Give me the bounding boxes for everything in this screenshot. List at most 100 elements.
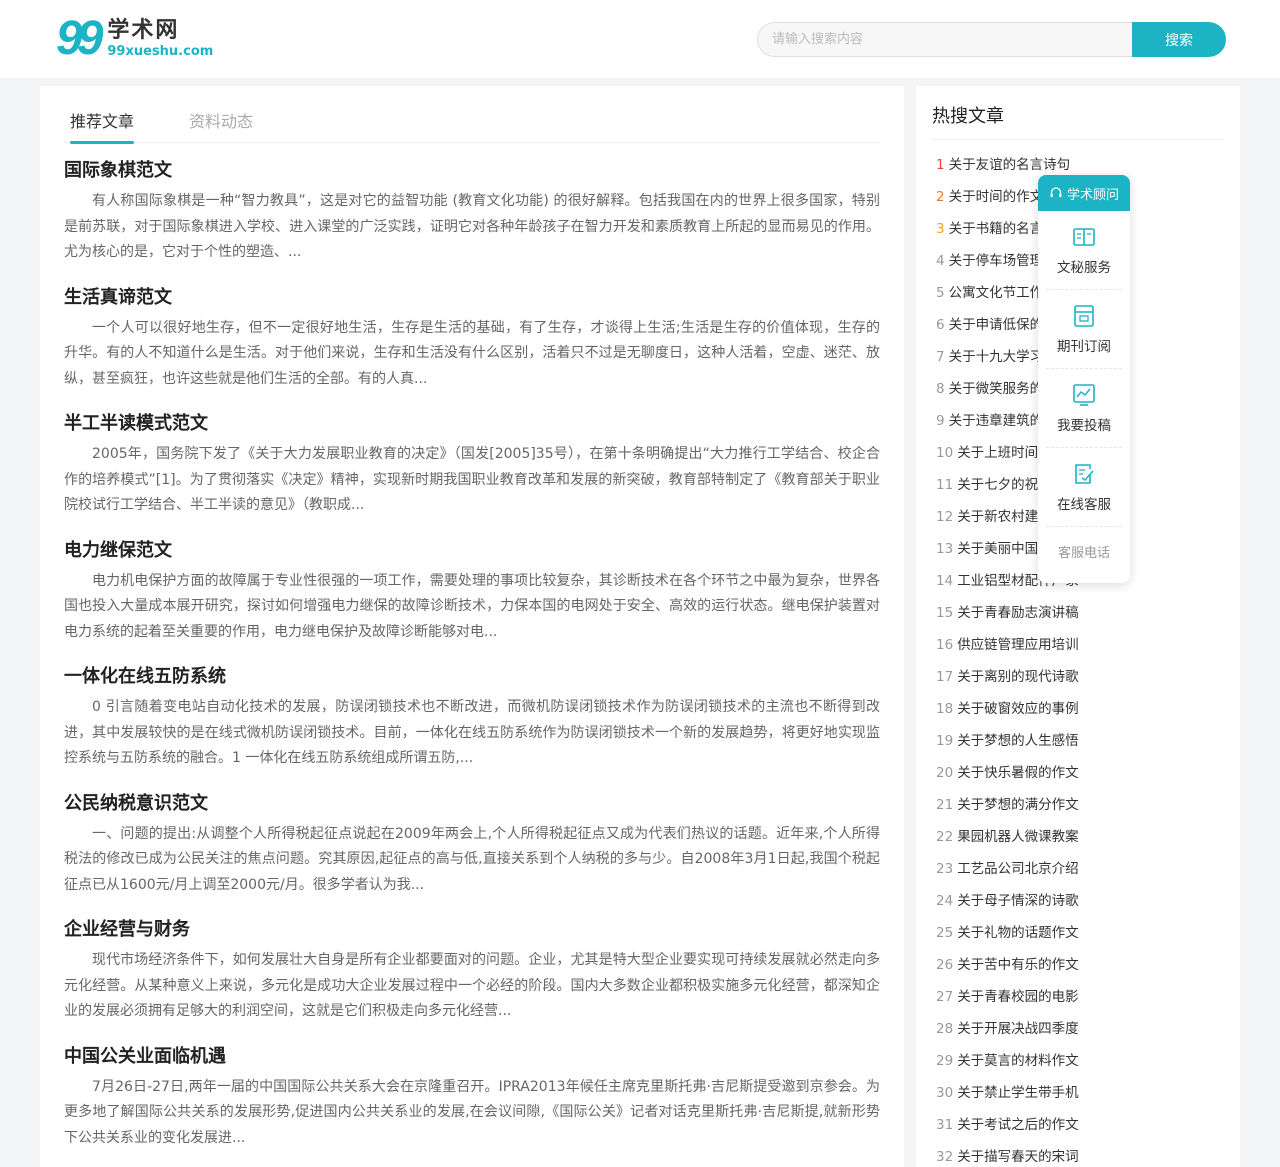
sidebar-title: 热搜文章	[932, 102, 1224, 140]
hot-rank-number: 16	[936, 637, 954, 653]
hot-search-item[interactable]: 29 关于莫言的材料作文	[936, 1045, 1226, 1077]
hot-item-label: 关于时间的作文	[948, 189, 1044, 205]
article-item: 半工半读模式范文 2005年，国务院下发了《关于大力发展职业教育的决定》（国发[…	[64, 411, 880, 538]
hot-rank-number: 11	[936, 477, 954, 493]
online-support-button[interactable]: 在线客服	[1046, 448, 1122, 527]
hot-rank-number: 17	[936, 669, 954, 685]
hot-search-item[interactable]: 23 工艺品公司北京介绍	[936, 853, 1226, 885]
site-header: 99 学术网 99xueshu.com 搜索	[0, 0, 1280, 78]
journal-subscribe-label: 期刊订阅	[1057, 339, 1111, 355]
main-panel: 推荐文章 资料动态 国际象棋范文 有人称国际象棋是一种“智力教具”，这是对它的益…	[40, 86, 904, 1167]
hot-item-label: 关于十九大学习	[948, 349, 1044, 365]
hot-rank-number: 5	[936, 285, 945, 301]
hot-rank-number: 10	[936, 445, 954, 461]
hot-item-label: 关于礼物的话题作文	[957, 925, 1079, 941]
article-item: 生活真谛范文 一个人可以很好地生存，但不一定很好地生活，生存是生活的基础，有了生…	[64, 285, 880, 412]
article-title[interactable]: 企业经营与财务	[64, 917, 880, 945]
search-bar: 搜索	[757, 22, 1226, 57]
hot-search-item[interactable]: 25 关于礼物的话题作文	[936, 917, 1226, 949]
hot-rank-number: 21	[936, 797, 954, 813]
hot-search-item[interactable]: 17 关于离别的现代诗歌	[936, 661, 1226, 693]
hot-item-label: 关于友谊的名言诗句	[948, 157, 1071, 173]
hot-item-label: 关于莫言的材料作文	[957, 1053, 1079, 1069]
hot-search-item[interactable]: 32 关于描写春天的宋词	[936, 1141, 1226, 1167]
hot-search-item[interactable]: 18 关于破窗效应的事例	[936, 693, 1226, 725]
hot-rank-number: 28	[936, 1021, 954, 1037]
hot-search-item[interactable]: 20 关于快乐暑假的作文	[936, 757, 1226, 789]
hot-item-label: 关于快乐暑假的作文	[957, 765, 1079, 781]
hot-item-label: 关于梦想的满分作文	[957, 797, 1079, 813]
search-input[interactable]	[757, 22, 1132, 57]
edit-doc-icon	[1075, 464, 1094, 484]
hot-item-label: 关于上班时间	[957, 445, 1039, 461]
online-support-label: 在线客服	[1057, 497, 1111, 513]
hot-rank-number: 14	[936, 573, 954, 589]
secretarial-service-label: 文秘服务	[1057, 260, 1111, 276]
article-title[interactable]: 生活真谛范文	[64, 285, 880, 313]
hot-search-item[interactable]: 24 关于母子情深的诗歌	[936, 885, 1226, 917]
hot-rank-number: 13	[936, 541, 954, 557]
service-float-panel: 学术顾问 文秘服务 期刊订阅 我要投稿 在线客服 客服电话	[1038, 175, 1130, 583]
hot-search-item[interactable]: 26 关于苦中有乐的作文	[936, 949, 1226, 981]
article-title[interactable]: 公民纳税意识范文	[64, 791, 880, 819]
hot-rank-number: 25	[936, 925, 954, 941]
hot-search-item[interactable]: 27 关于青春校园的电影	[936, 981, 1226, 1013]
hot-rank-number: 32	[936, 1149, 954, 1165]
article-title[interactable]: 电力继保范文	[64, 538, 880, 566]
article-summary: 7月26日-27日,两年一届的中国国际公共关系大会在京隆重召开。IPRA2013…	[64, 1078, 880, 1146]
hot-search-item[interactable]: 16 供应链管理应用培训	[936, 629, 1226, 661]
hot-rank-number: 26	[936, 957, 954, 973]
hot-search-item[interactable]: 28 关于开展决战四季度	[936, 1013, 1226, 1045]
article-summary: 2005年，国务院下发了《关于大力发展职业教育的决定》（国发[2005]35号）…	[64, 446, 880, 513]
submit-paper-label: 我要投稿	[1057, 418, 1111, 434]
journal-icon	[1074, 305, 1094, 327]
article-item: 电力继保范文 电力机电保护方面的故障属于专业性很强的一项工作，需要处理的事项比较…	[64, 538, 880, 665]
hot-search-item[interactable]: 30 关于禁止学生带手机	[936, 1077, 1226, 1109]
hot-item-label: 关于美丽中国	[957, 541, 1039, 557]
submit-paper-button[interactable]: 我要投稿	[1046, 369, 1122, 448]
secretarial-service-button[interactable]: 文秘服务	[1046, 211, 1122, 290]
tab-updates[interactable]: 资料动态	[189, 108, 253, 143]
submit-chart-icon	[1073, 384, 1095, 406]
article-title[interactable]: 半工半读模式范文	[64, 411, 880, 439]
hot-search-item[interactable]: 15 关于青春励志演讲稿	[936, 597, 1226, 629]
hot-item-label: 工艺品公司北京介绍	[957, 861, 1079, 877]
article-item: 中国公关业面临机遇 7月26日-27日,两年一届的中国国际公共关系大会在京隆重召…	[64, 1044, 880, 1167]
article-title[interactable]: 国际象棋范文	[64, 158, 880, 186]
article-summary: 一、问题的提出:从调整个人所得税起征点说起在2009年两会上,个人所得税起征点又…	[64, 825, 880, 893]
article-item: 公民纳税意识范文 一、问题的提出:从调整个人所得税起征点说起在2009年两会上,…	[64, 791, 880, 918]
hot-search-item[interactable]: 19 关于梦想的人生感悟	[936, 725, 1226, 757]
hot-rank-number: 22	[936, 829, 954, 845]
hot-search-item[interactable]: 21 关于梦想的满分作文	[936, 789, 1226, 821]
tab-recommended[interactable]: 推荐文章	[70, 108, 135, 144]
journal-subscribe-button[interactable]: 期刊订阅	[1046, 290, 1122, 369]
hot-search-item[interactable]: 31 关于考试之后的作文	[936, 1109, 1226, 1141]
hot-item-label: 关于违章建筑的	[948, 413, 1044, 429]
search-button[interactable]: 搜索	[1132, 22, 1226, 57]
hot-rank-number: 2	[936, 189, 945, 205]
article-item: 企业经营与财务 现代市场经济条件下，如何发展壮大自身是所有企业都要面对的问题。企…	[64, 917, 880, 1044]
support-phone-label[interactable]: 客服电话	[1038, 542, 1130, 561]
article-summary: 电力机电保护方面的故障属于专业性很强的一项工作，需要处理的事项比较复杂，其诊断技…	[64, 572, 880, 640]
hot-item-label: 关于申请低保的	[948, 317, 1044, 333]
hot-rank-number: 20	[936, 765, 954, 781]
hot-rank-number: 9	[936, 413, 945, 429]
article-summary: 一个人可以很好地生存，但不一定很好地生活，生存是生活的基础，有了生存，才谈得上生…	[64, 319, 880, 387]
hot-rank-number: 23	[936, 861, 954, 877]
hot-item-label: 关于禁止学生带手机	[957, 1085, 1079, 1101]
hot-item-label: 关于苦中有乐的作文	[957, 957, 1079, 973]
hot-item-label: 公寓文化节工作	[948, 285, 1044, 301]
logo-title: 学术网	[107, 17, 180, 43]
article-title[interactable]: 一体化在线五防系统	[64, 664, 880, 692]
article-title[interactable]: 中国公关业面临机遇	[64, 1044, 880, 1072]
hot-item-label: 关于青春励志演讲稿	[957, 605, 1079, 621]
hot-rank-number: 4	[936, 253, 945, 269]
hot-item-label: 关于梦想的人生感悟	[957, 733, 1079, 749]
site-logo[interactable]: 99 学术网 99xueshu.com	[56, 12, 213, 65]
logo-mark: 99	[56, 12, 103, 65]
hot-item-label: 供应链管理应用培训	[957, 637, 1079, 653]
hot-rank-number: 27	[936, 989, 954, 1005]
hot-rank-number: 6	[936, 317, 945, 333]
advisor-button[interactable]: 学术顾问	[1038, 175, 1130, 211]
hot-search-item[interactable]: 22 果园机器人微课教案	[936, 821, 1226, 853]
